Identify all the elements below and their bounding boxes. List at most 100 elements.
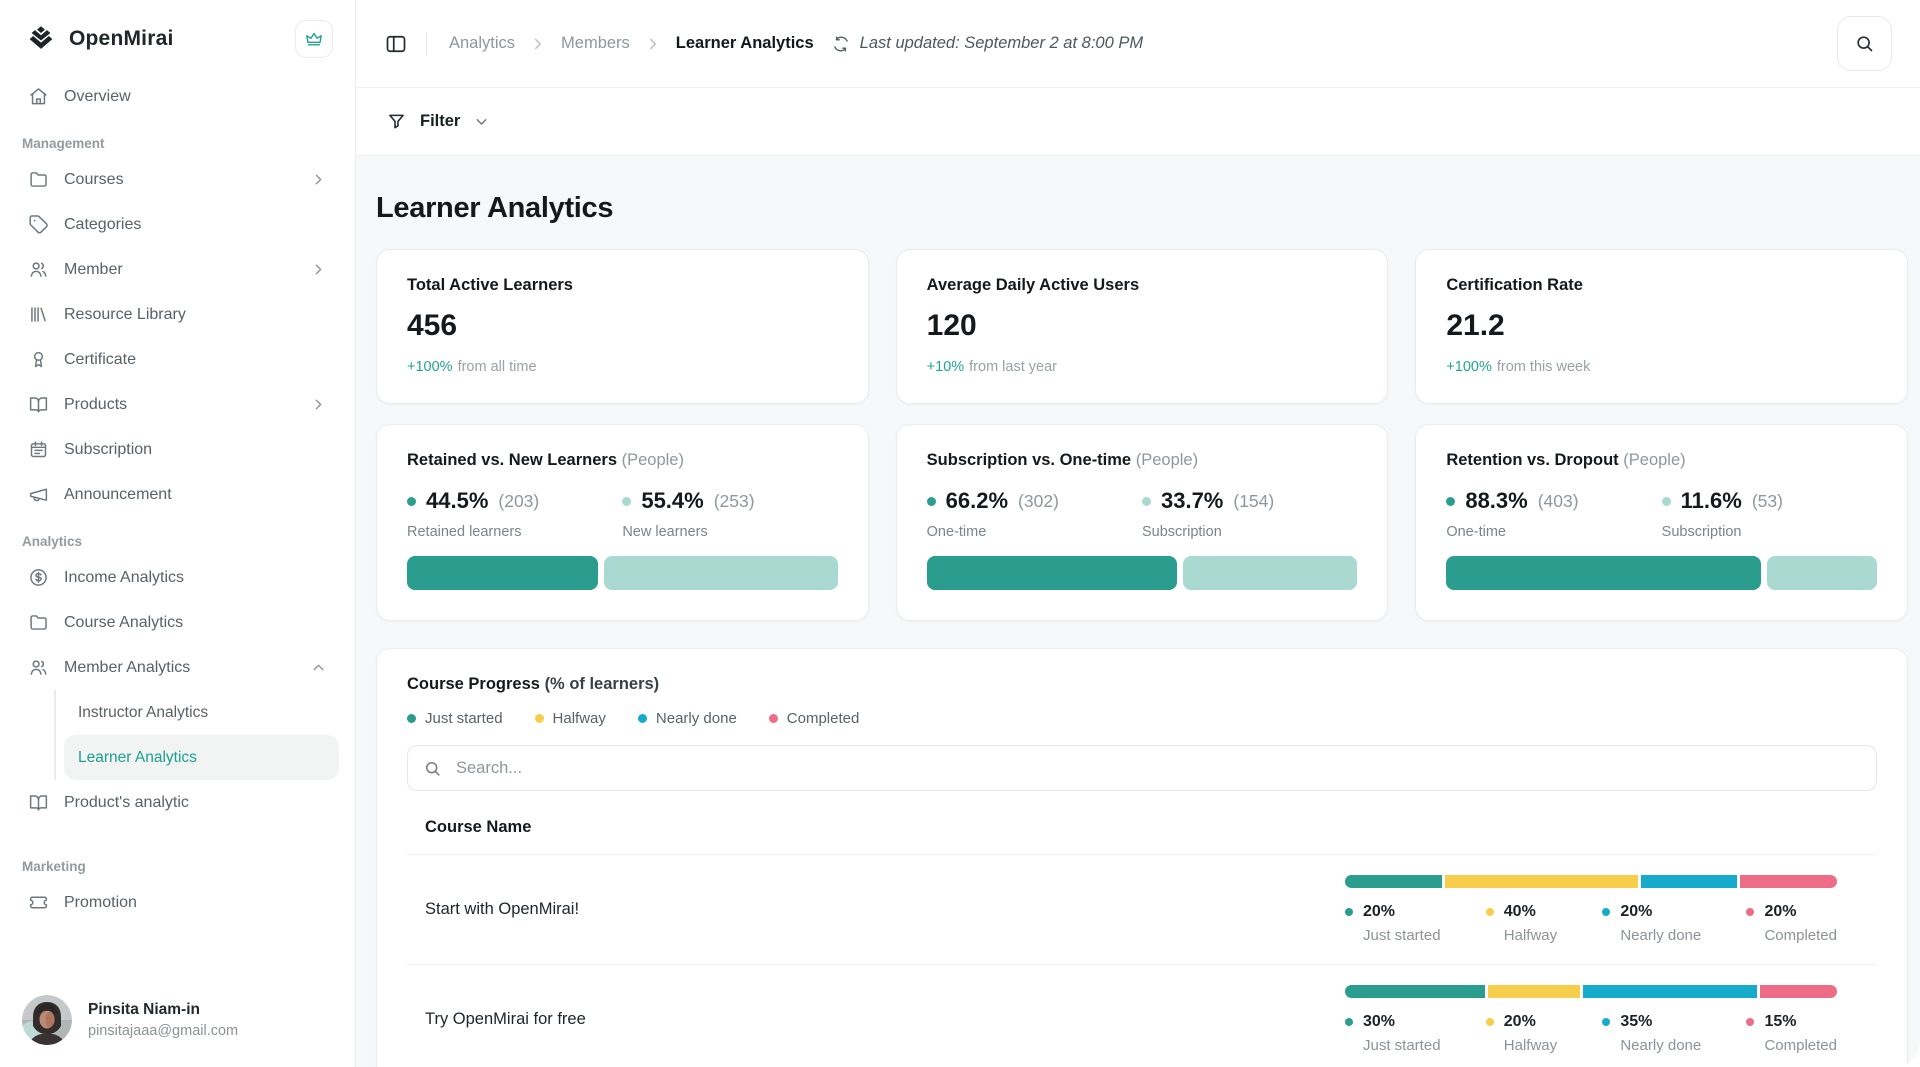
- sidebar-item-products-analytic[interactable]: Product's analytic: [16, 780, 339, 825]
- segment-completed: [1740, 875, 1837, 888]
- openmirai-logo-icon: [26, 24, 56, 54]
- bar-segment-right: [604, 556, 838, 590]
- section-label-management: Management: [22, 136, 333, 151]
- megaphone-icon: [28, 484, 49, 505]
- sidebar-item-label: Product's analytic: [64, 791, 189, 814]
- split-card-title: Subscription vs. One-time (People): [927, 451, 1358, 470]
- split-percent: 55.4%: [641, 488, 703, 514]
- folder-icon: [28, 169, 49, 190]
- filter-bar[interactable]: Filter: [356, 88, 1920, 156]
- sidebar-item-label: Learner Analytics: [78, 746, 197, 769]
- segment-stat: 20%Halfway: [1486, 1013, 1557, 1054]
- split-stat-left: 88.3%(403) One-time: [1446, 488, 1661, 540]
- sidebar-item-categories[interactable]: Categories: [16, 202, 339, 247]
- page-content: Learner Analytics Total Active Learners …: [356, 156, 1920, 1067]
- delta-note: from this week: [1497, 359, 1590, 375]
- stat-value: 21.2: [1446, 309, 1877, 343]
- split-bar: [927, 556, 1358, 590]
- split-percent: 66.2%: [946, 488, 1008, 514]
- delta-percent: +100%: [407, 359, 453, 375]
- stat-delta: +100%from this week: [1446, 359, 1877, 375]
- table-row[interactable]: Start with OpenMirai! 20%Just started 40…: [407, 854, 1877, 964]
- split-card-retained-vs-new: Retained vs. New Learners (People) 44.5%…: [376, 424, 869, 621]
- segment-just-started: [1345, 875, 1442, 888]
- member-analytics-subnav: Instructor Analytics Learner Analytics: [54, 690, 339, 780]
- user-name: Pinsita Niam-in: [88, 1001, 238, 1019]
- teal-dot: [407, 497, 416, 506]
- split-count: (253): [714, 491, 755, 512]
- split-percent: 88.3%: [1465, 488, 1527, 514]
- segment-stat: 35%Nearly done: [1602, 1013, 1701, 1054]
- book-open-icon: [28, 394, 49, 415]
- search-button[interactable]: [1837, 16, 1892, 71]
- breadcrumb-members[interactable]: Members: [561, 34, 630, 53]
- chevron-down-icon: [473, 113, 490, 130]
- sidebar-item-income-analytics[interactable]: Income Analytics: [16, 555, 339, 600]
- segment-nearly-done: [1641, 875, 1738, 888]
- sidebar-item-certificate[interactable]: Certificate: [16, 337, 339, 382]
- sidebar-item-label: Member Analytics: [64, 656, 190, 679]
- teal-dot: [927, 497, 936, 506]
- bar-segment-left: [927, 556, 1178, 590]
- main-area: Analytics Members Learner Analytics Last…: [356, 0, 1920, 1067]
- legend-dot: [407, 714, 416, 723]
- chevron-right-icon: [310, 396, 327, 413]
- sidebar-item-promotion[interactable]: Promotion: [16, 880, 339, 925]
- course-search-input[interactable]: [454, 758, 1861, 779]
- sidebar-item-member[interactable]: Member: [16, 247, 339, 292]
- sidebar-item-announcement[interactable]: Announcement: [16, 472, 339, 517]
- filter-label: Filter: [420, 112, 460, 131]
- split-card-title: Retention vs. Dropout (People): [1446, 451, 1877, 470]
- sidebar-toggle-button[interactable]: [384, 32, 408, 56]
- split-count: (154): [1233, 491, 1274, 512]
- sidebar-item-label: Resource Library: [64, 303, 186, 326]
- stat-delta: +10%from last year: [927, 359, 1358, 375]
- chevron-up-icon: [310, 659, 327, 676]
- split-bar: [407, 556, 838, 590]
- user-profile[interactable]: Pinsita Niam-in pinsitajaaa@gmail.com: [16, 981, 339, 1067]
- segment-nearly-done: [1583, 985, 1757, 998]
- sidebar-item-learner-analytics[interactable]: Learner Analytics: [64, 735, 339, 780]
- split-stat-right: 33.7% (154) Subscription: [1142, 488, 1357, 540]
- sidebar: OpenMirai Overview Management Courses: [0, 0, 356, 1067]
- sidebar-item-subscription[interactable]: Subscription: [16, 427, 339, 472]
- sidebar-nav: Overview Management Courses Categories M…: [16, 74, 339, 925]
- users-icon: [28, 657, 49, 678]
- split-stats: 66.2% (302) One-time 33.7% (154) Subscript…: [927, 488, 1358, 540]
- split-label: One-time: [927, 524, 1142, 540]
- light-teal-dot: [1662, 497, 1671, 506]
- stacked-progress-bar: [1345, 875, 1837, 888]
- bar-segment-left: [1446, 556, 1760, 590]
- chevron-right-icon: [310, 171, 327, 188]
- sidebar-item-label: Certificate: [64, 348, 136, 371]
- segment-stat: 15%Completed: [1746, 1013, 1837, 1054]
- split-percent: 33.7%: [1161, 488, 1223, 514]
- ticket-icon: [28, 892, 49, 913]
- sidebar-item-instructor-analytics[interactable]: Instructor Analytics: [64, 690, 339, 735]
- legend-dot: [769, 714, 778, 723]
- sidebar-item-resource-library[interactable]: Resource Library: [16, 292, 339, 337]
- split-count: (302): [1018, 491, 1059, 512]
- split-label: Subscription: [1142, 524, 1357, 540]
- split-stats: 44.5%(203) Retained learners 55.4%(253) …: [407, 488, 838, 540]
- sidebar-item-course-analytics[interactable]: Course Analytics: [16, 600, 339, 645]
- split-card-unit: (People): [1136, 451, 1198, 469]
- split-card-unit: (People): [622, 451, 684, 469]
- split-count: (53): [1752, 491, 1783, 512]
- split-card-subscription-vs-onetime: Subscription vs. One-time (People) 66.2%…: [896, 424, 1389, 621]
- sidebar-item-courses[interactable]: Courses: [16, 157, 339, 202]
- course-name: Try OpenMirai for free: [425, 1010, 586, 1029]
- upgrade-button[interactable]: [295, 20, 333, 58]
- sidebar-item-products[interactable]: Products: [16, 382, 339, 427]
- chevron-right-icon: [529, 35, 547, 53]
- light-teal-dot: [622, 497, 631, 506]
- breadcrumb-analytics[interactable]: Analytics: [449, 34, 515, 53]
- sidebar-item-member-analytics[interactable]: Member Analytics: [16, 645, 339, 690]
- table-row[interactable]: Try OpenMirai for free 30%Just started 2…: [407, 964, 1877, 1067]
- segment-completed: [1760, 985, 1837, 998]
- logo-row: OpenMirai: [16, 0, 339, 68]
- delta-note: from last year: [969, 359, 1057, 375]
- sidebar-item-overview[interactable]: Overview: [16, 74, 339, 119]
- panel-left-icon: [384, 32, 408, 56]
- section-label-analytics: Analytics: [22, 534, 333, 549]
